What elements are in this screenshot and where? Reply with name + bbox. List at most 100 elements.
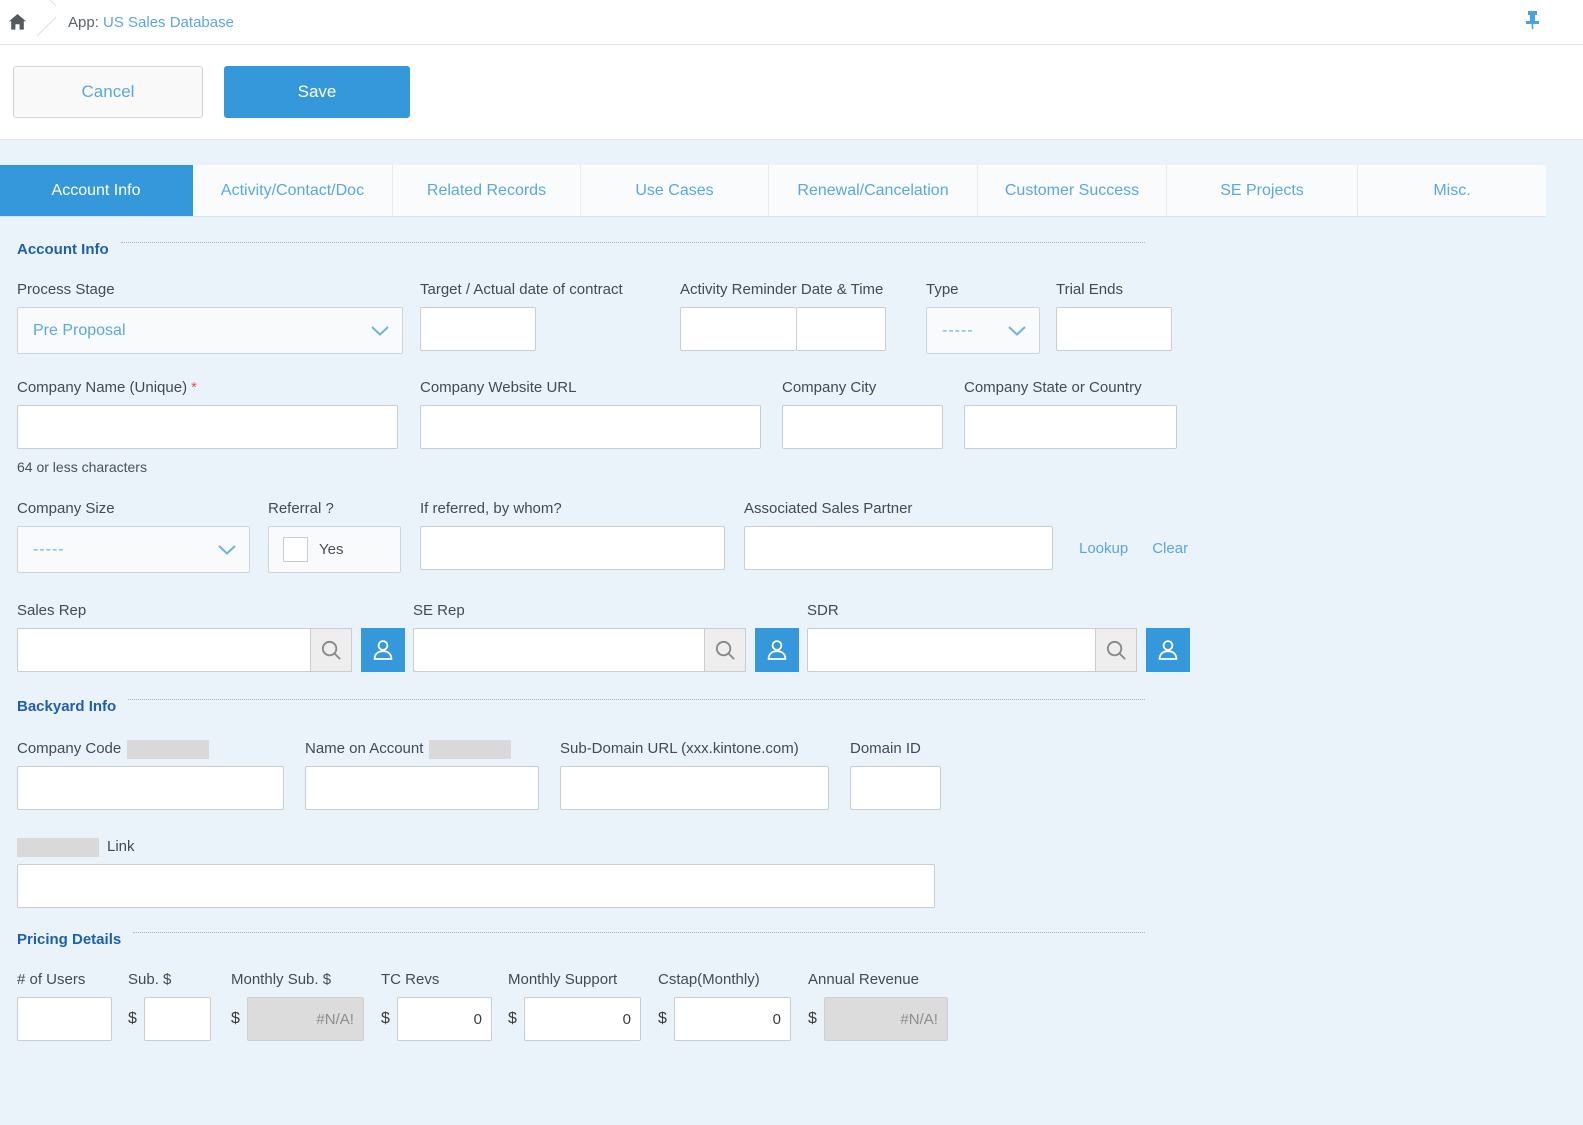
field-label: Domain ID xyxy=(850,739,941,758)
field-label: Company Code xyxy=(17,739,305,758)
process-stage-select[interactable]: Pre Proposal xyxy=(17,307,403,354)
form-row: # of Users Sub. $ $ Monthly Sub. $ $ #N/… xyxy=(17,970,1583,1041)
trial-ends-input[interactable] xyxy=(1056,307,1172,351)
field-annual-revenue: Annual Revenue $ #N/A! xyxy=(808,970,948,1041)
home-button[interactable] xyxy=(0,0,34,45)
activity-reminder-group xyxy=(680,307,926,351)
section-divider xyxy=(128,699,1145,700)
tab-renewal-cancelation[interactable]: Renewal/Cancelation xyxy=(769,165,978,216)
user-icon xyxy=(371,638,395,662)
save-button[interactable]: Save xyxy=(224,66,410,118)
se-rep-input[interactable] xyxy=(413,628,704,672)
company-name-helper-text: 64 or less characters xyxy=(17,459,1583,475)
field-cstap-monthly: Cstap(Monthly) $ xyxy=(658,970,808,1041)
form-row: Company Name (Unique)* Company Website U… xyxy=(17,378,1583,449)
field-company-code: Company Code xyxy=(17,739,305,810)
activity-reminder-time-input[interactable] xyxy=(796,307,886,351)
field-monthly-sub: Monthly Sub. $ $ #N/A! xyxy=(231,970,381,1041)
redacted-block xyxy=(127,740,209,759)
sub-dollar-input[interactable] xyxy=(144,997,211,1041)
tab-customer-success[interactable]: Customer Success xyxy=(978,165,1167,216)
annual-revenue-readonly-value: #N/A! xyxy=(824,997,948,1041)
name-on-account-input[interactable] xyxy=(305,766,539,810)
search-icon xyxy=(714,639,737,662)
tc-revs-group: $ xyxy=(381,997,508,1041)
home-icon xyxy=(8,13,27,31)
sub-domain-url-input[interactable] xyxy=(560,766,829,810)
currency-prefix: $ xyxy=(658,1010,667,1028)
tab-account-info[interactable]: Account Info xyxy=(0,165,193,216)
cstap-monthly-input[interactable] xyxy=(674,997,791,1041)
domain-id-input[interactable] xyxy=(850,766,941,810)
search-icon xyxy=(1105,639,1128,662)
currency-prefix: $ xyxy=(381,1010,390,1028)
sales-rep-user-select-button[interactable] xyxy=(361,628,405,672)
sales-partner-lookup-button[interactable]: Lookup xyxy=(1079,540,1128,557)
field-label: Company State or Country xyxy=(964,378,1179,397)
pin-button[interactable] xyxy=(1524,10,1541,34)
sales-rep-search-button[interactable] xyxy=(310,628,352,672)
company-code-input[interactable] xyxy=(17,766,284,810)
field-label: Monthly Sub. $ xyxy=(231,970,381,989)
field-process-stage: Process Stage Pre Proposal xyxy=(17,280,420,354)
sales-partner-input[interactable] xyxy=(744,526,1053,570)
chevron-down-icon xyxy=(370,325,390,337)
field-se-rep: SE Rep xyxy=(413,601,807,672)
tc-revs-input[interactable] xyxy=(397,997,492,1041)
sales-partner-clear-button[interactable]: Clear xyxy=(1152,540,1188,557)
se-rep-search-button[interactable] xyxy=(704,628,746,672)
tab-misc[interactable]: Misc. xyxy=(1358,165,1546,216)
link-input[interactable] xyxy=(17,864,935,908)
company-state-input[interactable] xyxy=(964,405,1177,449)
referral-checkbox[interactable]: Yes xyxy=(268,526,401,573)
sdr-input[interactable] xyxy=(807,628,1095,672)
target-date-input[interactable] xyxy=(420,307,536,351)
referred-by-input[interactable] xyxy=(420,526,725,570)
company-name-input[interactable] xyxy=(17,405,398,449)
field-monthly-support: Monthly Support $ xyxy=(508,970,658,1041)
num-users-group xyxy=(17,997,128,1041)
field-label: Sub-Domain URL (xxx.kintone.com) xyxy=(560,739,850,758)
field-sales-partner: Associated Sales Partner Lookup Clear xyxy=(744,499,1188,570)
tab-se-projects[interactable]: SE Projects xyxy=(1167,165,1358,216)
monthly-support-input[interactable] xyxy=(524,997,641,1041)
field-activity-reminder: Activity Reminder Date & Time xyxy=(680,280,926,351)
form-row: Sales Rep SE Rep xyxy=(17,601,1583,672)
field-label: Company Website URL xyxy=(420,378,782,397)
field-domain-id: Domain ID xyxy=(850,739,941,810)
section-divider xyxy=(133,932,1145,933)
field-company-city: Company City xyxy=(782,378,964,449)
num-users-input[interactable] xyxy=(17,997,112,1041)
currency-prefix: $ xyxy=(231,1010,240,1028)
breadcrumb: App: US Sales Database xyxy=(68,14,234,31)
tab-use-cases[interactable]: Use Cases xyxy=(581,165,769,216)
company-website-input[interactable] xyxy=(420,405,761,449)
field-label: Trial Ends xyxy=(1056,280,1196,299)
company-city-input[interactable] xyxy=(782,405,943,449)
se-rep-user-select-button[interactable] xyxy=(755,628,799,672)
field-label: Name on Account xyxy=(305,739,560,758)
tab-activity-contact-doc[interactable]: Activity/Contact/Doc xyxy=(193,165,393,216)
field-sub-dollar: Sub. $ $ xyxy=(128,970,231,1041)
action-bar: Cancel Save xyxy=(0,45,1583,140)
chevron-down-icon xyxy=(1007,325,1027,337)
sdr-search-button[interactable] xyxy=(1095,628,1137,672)
form-row: Process Stage Pre Proposal Target / Actu… xyxy=(17,280,1583,354)
cancel-button[interactable]: Cancel xyxy=(13,66,203,118)
breadcrumb-app-link[interactable]: US Sales Database xyxy=(103,14,234,31)
sales-partner-group: Lookup Clear xyxy=(744,526,1188,570)
field-label: Referral ? xyxy=(268,499,420,518)
sdr-user-select-button[interactable] xyxy=(1146,628,1190,672)
annual-revenue-group: $ #N/A! xyxy=(808,997,948,1041)
pin-icon xyxy=(1524,10,1541,30)
se-rep-picker xyxy=(413,628,807,672)
company-size-select[interactable]: ----- xyxy=(17,526,250,573)
activity-reminder-date-input[interactable] xyxy=(680,307,796,351)
field-label: Process Stage xyxy=(17,280,420,299)
user-icon xyxy=(765,638,789,662)
sales-rep-picker xyxy=(17,628,413,672)
sales-rep-input[interactable] xyxy=(17,628,310,672)
tab-related-records[interactable]: Related Records xyxy=(393,165,581,216)
type-select[interactable]: ----- xyxy=(926,307,1040,354)
field-target-date: Target / Actual date of contract xyxy=(420,280,680,351)
